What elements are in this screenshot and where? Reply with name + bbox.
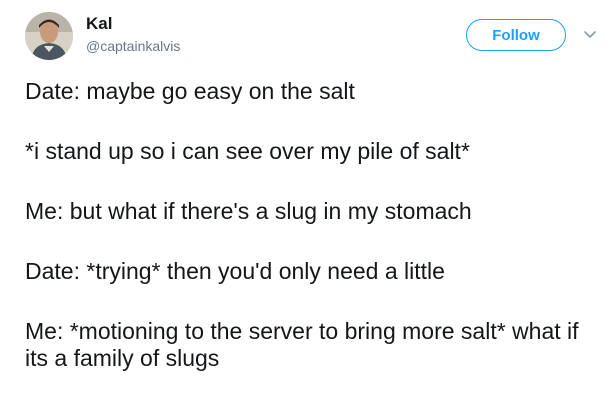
- tweet-card: Kal @captainkalvis Follow Date: maybe go…: [0, 0, 605, 403]
- tweet-line: Date: maybe go easy on the salt: [25, 78, 355, 104]
- tweet-line: Me: but what if there's a slug in my sto…: [25, 198, 472, 224]
- tweet-line: *i stand up so i can see over my pile of…: [25, 138, 470, 164]
- tweet-line: Me: *motioning to the server to bring mo…: [25, 318, 579, 371]
- display-name[interactable]: Kal: [86, 14, 112, 34]
- follow-button[interactable]: Follow: [466, 19, 566, 51]
- tweet-text: Date: maybe go easy on the salt *i stand…: [25, 78, 595, 372]
- tweet-line: Date: *trying* then you'd only need a li…: [25, 258, 445, 284]
- chevron-down-icon[interactable]: [581, 25, 599, 43]
- user-handle[interactable]: @captainkalvis: [86, 37, 180, 55]
- avatar[interactable]: [25, 12, 73, 60]
- avatar-image: [25, 12, 73, 60]
